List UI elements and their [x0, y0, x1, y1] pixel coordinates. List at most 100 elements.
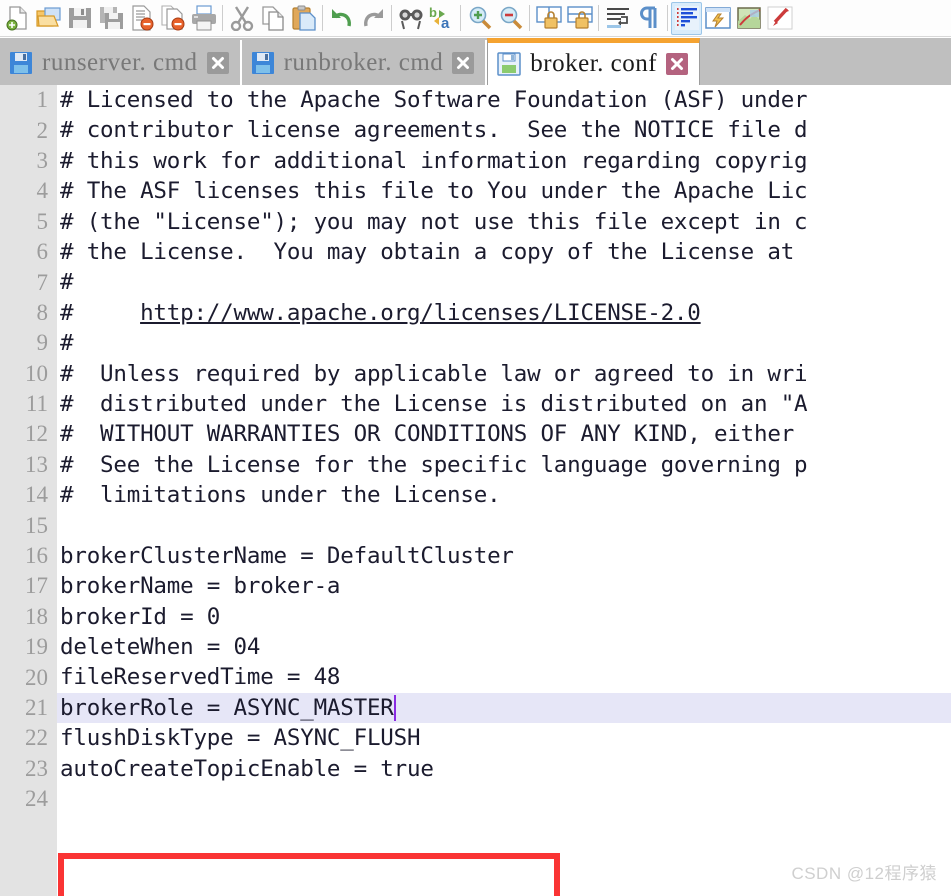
code-line[interactable]: 22 flushDiskType = ASYNC_FLUSH	[0, 723, 951, 753]
code-line[interactable]: 8 # http://www.apache.org/licenses/LICENS…	[0, 298, 951, 328]
new-file-icon[interactable]	[2, 2, 33, 35]
line-number: 23	[25, 755, 48, 781]
code-line[interactable]: 2 # contributor license agreements. See t…	[0, 115, 951, 145]
code-line-text: # See the License for the specific langu…	[60, 451, 808, 478]
code-line-content: # distributed under the License is distr…	[57, 389, 951, 419]
toolbar-separator	[322, 5, 323, 31]
save-icon[interactable]	[64, 2, 95, 35]
tab-runbroker-cmd[interactable]: runbroker. cmd	[241, 40, 488, 85]
code-line[interactable]: 6 # the License. You may obtain a copy of…	[0, 237, 951, 267]
code-line-text: # contributor license agreements. See th…	[60, 117, 808, 144]
toolbar-separator	[529, 5, 530, 31]
code-line-content: # limitations under the License.	[57, 480, 951, 510]
code-line-content: brokerClusterName = DefaultCluster	[57, 541, 951, 571]
code-line-content: # See the License for the specific langu…	[57, 450, 951, 480]
line-number: 11	[25, 391, 48, 417]
code-line-content: # Unless required by applicable law or a…	[57, 359, 951, 389]
line-number: 14	[25, 482, 48, 508]
code-line[interactable]: 20 fileReservedTime = 48	[0, 662, 951, 692]
code-line[interactable]: 23 autoCreateTopicEnable = true	[0, 754, 951, 784]
document-map-icon[interactable]	[733, 2, 764, 35]
code-line-text: brokerName = broker-a	[60, 573, 341, 600]
tab-label: runserver. cmd	[42, 48, 198, 76]
save-all-icon[interactable]	[95, 2, 126, 35]
line-number: 10	[25, 360, 48, 386]
function-list-icon[interactable]	[764, 2, 795, 35]
code-line-content: #	[57, 267, 951, 297]
line-number: 3	[36, 147, 49, 173]
code-line[interactable]: 13 # See the License for the specific lan…	[0, 450, 951, 480]
code-line[interactable]: 4 # The ASF licenses this file to You und…	[0, 176, 951, 206]
code-line[interactable]: 12 # WITHOUT WARRANTIES OR CONDITIONS OF …	[0, 419, 951, 449]
code-line-text: # (the "License"); you may not use this …	[60, 208, 808, 235]
code-line[interactable]: 16 brokerClusterName = DefaultCluster	[0, 541, 951, 571]
sync-horizontal-scroll-icon[interactable]	[564, 2, 595, 35]
line-number: 7	[36, 269, 49, 295]
code-line-text: # the License. You may obtain a copy of …	[60, 238, 795, 265]
close-icon[interactable]	[452, 51, 475, 74]
code-line[interactable]: 3 # this work for additional information …	[0, 146, 951, 176]
close-all-files-icon[interactable]	[157, 2, 188, 35]
code-line-text: # this work for additional information r…	[60, 147, 808, 174]
floppy-blue-icon	[251, 51, 274, 74]
code-line-content: # Licensed to the Apache Software Founda…	[57, 85, 951, 115]
code-line-text: # Unless required by applicable law or a…	[60, 360, 808, 387]
line-number: 17	[25, 573, 48, 599]
undo-icon[interactable]	[326, 2, 357, 35]
code-line[interactable]: 18 brokerId = 0	[0, 602, 951, 632]
svg-text:a: a	[441, 15, 450, 31]
code-line[interactable]: 17 brokerName = broker-a	[0, 571, 951, 601]
tab-runserver-cmd[interactable]: runserver. cmd	[0, 40, 242, 85]
word-wrap-icon[interactable]	[602, 2, 633, 35]
show-all-characters-icon[interactable]	[633, 2, 664, 35]
code-line[interactable]: 5 # (the "License"); you may not use this…	[0, 207, 951, 237]
zoom-in-icon[interactable]	[464, 2, 495, 35]
code-line[interactable]: 19 deleteWhen = 04	[0, 632, 951, 662]
replace-icon[interactable]: b a	[426, 2, 457, 35]
line-number: 2	[36, 117, 49, 143]
line-number: 15	[25, 512, 48, 538]
print-icon[interactable]	[188, 2, 219, 35]
text-editor-area[interactable]: 1 # Licensed to the Apache Software Found…	[0, 85, 951, 896]
code-content[interactable]: 1 # Licensed to the Apache Software Found…	[0, 85, 951, 896]
sync-vertical-scroll-icon[interactable]	[533, 2, 564, 35]
redo-icon[interactable]	[357, 2, 388, 35]
code-line-content: # WITHOUT WARRANTIES OR CONDITIONS OF AN…	[57, 419, 951, 449]
tab-broker-conf[interactable]: broker. conf	[487, 38, 701, 85]
code-line[interactable]: 15	[0, 510, 951, 540]
code-line-text: fileReservedTime = 48	[60, 664, 341, 691]
show-indent-guide-icon[interactable]	[671, 1, 702, 35]
svg-text:b: b	[429, 5, 437, 20]
open-folder-icon[interactable]	[33, 2, 64, 35]
main-toolbar: b a	[0, 0, 951, 37]
code-line[interactable]: 1 # Licensed to the Apache Software Found…	[0, 85, 951, 115]
paste-icon[interactable]	[288, 2, 319, 35]
code-line-text: #	[60, 330, 74, 357]
line-number: 4	[36, 178, 49, 204]
code-line-content: autoCreateTopicEnable = true	[57, 754, 951, 784]
line-number: 5	[36, 208, 49, 234]
close-icon[interactable]	[666, 53, 689, 75]
find-icon[interactable]	[395, 2, 426, 35]
code-line[interactable]: 14 # limitations under the License.	[0, 480, 951, 510]
copy-icon[interactable]	[257, 2, 288, 35]
zoom-out-icon[interactable]	[495, 2, 526, 35]
license-url-link[interactable]: http://www.apache.org/licenses/LICENSE-2…	[140, 300, 701, 326]
code-line-content: # the License. You may obtain a copy of …	[57, 237, 951, 267]
code-line[interactable]: 9 #	[0, 328, 951, 358]
close-icon[interactable]	[206, 51, 229, 74]
line-number: 6	[36, 239, 49, 265]
code-line-content: # http://www.apache.org/licenses/LICENSE…	[57, 298, 951, 328]
code-line[interactable]: 24	[0, 784, 951, 814]
code-line-content: # (the "License"); you may not use this …	[57, 207, 951, 237]
cut-icon[interactable]	[226, 2, 257, 35]
code-line[interactable]: 11 # distributed under the License is dis…	[0, 389, 951, 419]
code-line-content	[57, 784, 951, 814]
code-line[interactable]: 21 brokerRole = ASYNC_MASTER	[0, 692, 951, 724]
user-defined-language-icon[interactable]	[702, 2, 733, 35]
code-line[interactable]: 10 # Unless required by applicable law or…	[0, 359, 951, 389]
code-line[interactable]: 7 #	[0, 267, 951, 297]
code-line-content: #	[57, 328, 951, 358]
close-file-icon[interactable]	[126, 2, 157, 35]
toolbar-separator	[222, 5, 223, 31]
